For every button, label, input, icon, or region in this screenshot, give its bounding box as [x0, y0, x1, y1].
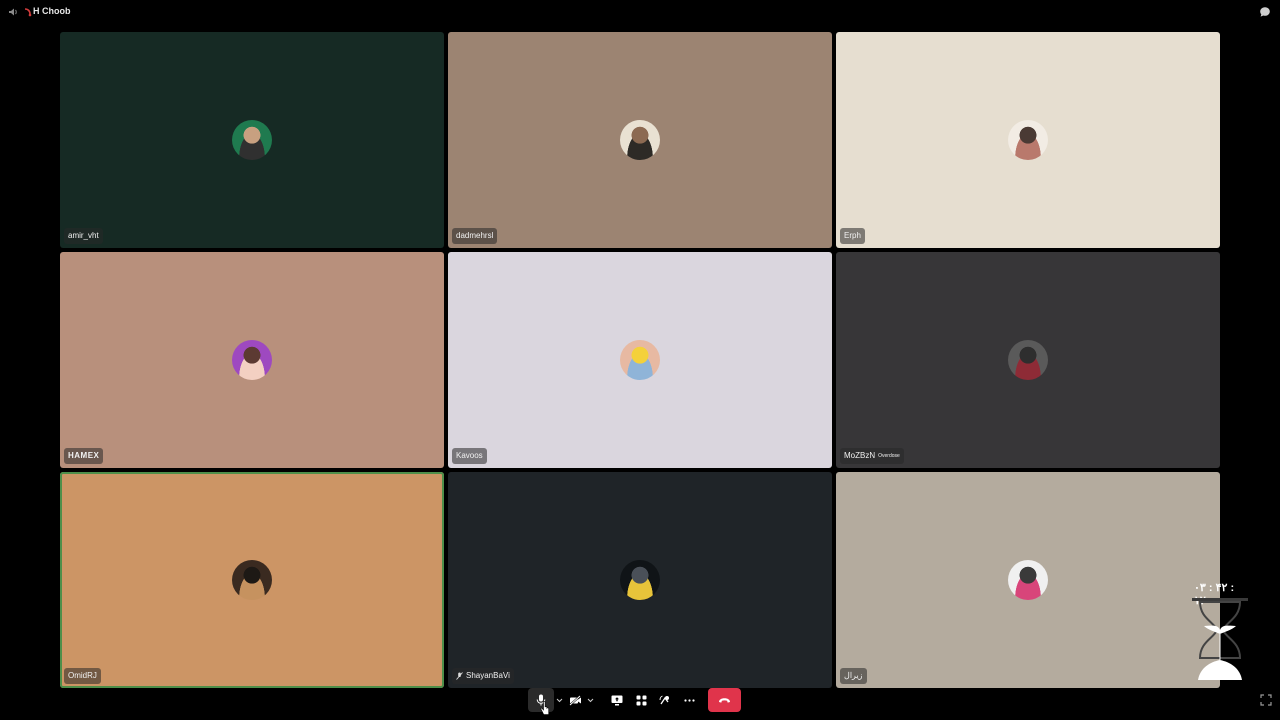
chevron-down-icon	[587, 698, 593, 702]
participant-name: Erph	[844, 231, 861, 240]
participant-name-suffix: Overdose	[878, 453, 900, 459]
participant-name: dadmehrsl	[456, 231, 494, 240]
participant-name: زیرال	[844, 671, 863, 680]
camera-off-icon	[568, 694, 581, 706]
participant-name-label: dadmehrsl	[452, 228, 498, 244]
fullscreen-icon[interactable]	[1260, 694, 1272, 706]
avatar	[232, 120, 272, 160]
elapsed-timer-overlay: ۰۳ : ۴۲ : ۱۲	[1192, 580, 1248, 680]
participant-tile[interactable]: Erph	[836, 32, 1220, 248]
avatar	[620, 340, 660, 380]
participant-name-label: Erph	[840, 228, 865, 244]
avatar	[232, 560, 272, 600]
activities-icon	[636, 695, 646, 705]
screen-share-icon	[611, 695, 623, 705]
more-button[interactable]	[680, 688, 698, 712]
leave-call-button[interactable]	[708, 688, 741, 712]
channel-name: H Choob	[33, 6, 71, 16]
soundboard-icon	[659, 695, 669, 704]
screen-share-button[interactable]	[608, 688, 626, 712]
avatar	[232, 340, 272, 380]
participant-name: Kavoos	[456, 451, 483, 460]
participant-name: amir_vht	[68, 231, 99, 240]
participant-tile[interactable]: dadmehrsl	[448, 32, 832, 248]
chevron-down-icon	[556, 698, 562, 702]
participant-name: MoZBzN	[844, 451, 876, 460]
deafen-icon[interactable]	[23, 7, 33, 17]
hang-up-icon	[719, 697, 730, 703]
participant-tile[interactable]: ShayanBaVi	[448, 472, 832, 688]
camera-button[interactable]	[566, 688, 584, 712]
participant-name-label: HAMEX	[64, 448, 104, 464]
participant-name-label: ShayanBaVi	[452, 668, 514, 684]
more-icon	[683, 698, 695, 702]
camera-options-button[interactable]	[585, 688, 595, 712]
avatar	[1008, 340, 1048, 380]
avatar	[620, 560, 660, 600]
participant-name-label: MoZBzN Overdose	[840, 448, 904, 464]
avatar	[1008, 120, 1048, 160]
chat-icon[interactable]	[1259, 6, 1271, 18]
participant-tile[interactable]: HAMEX	[60, 252, 444, 468]
speaker-icon[interactable]	[8, 7, 18, 17]
call-controls	[528, 688, 742, 712]
mic-options-button[interactable]	[554, 688, 564, 712]
activities-button[interactable]	[632, 688, 650, 712]
participant-tile[interactable]: Kavoos	[448, 252, 832, 468]
title-bar: H Choob	[0, 0, 1280, 24]
participant-tile[interactable]: OmidRJ	[60, 472, 444, 688]
avatar	[1008, 560, 1048, 600]
hourglass-icon	[1192, 598, 1248, 680]
participant-tile[interactable]: زیرال	[836, 472, 1220, 688]
participant-tile[interactable]: amir_vht	[60, 32, 444, 248]
participant-name-label: زیرال	[840, 668, 867, 684]
soundboard-button[interactable]	[656, 688, 674, 712]
participant-name-label: amir_vht	[64, 228, 103, 244]
mouse-cursor-icon	[540, 700, 549, 715]
participant-name-label: OmidRJ	[64, 668, 101, 684]
avatar	[620, 120, 660, 160]
participant-name: HAMEX	[68, 451, 100, 460]
participant-name-label: Kavoos	[452, 448, 487, 464]
participant-name: ShayanBaVi	[466, 671, 510, 680]
participant-grid: amir_vht dadmehrsl Erph HAMEX Kavoos MoZBzN Ov…	[60, 32, 1220, 688]
mic-muted-icon	[456, 672, 463, 680]
participant-name: OmidRJ	[68, 671, 97, 680]
participant-tile[interactable]: MoZBzN Overdose	[836, 252, 1220, 468]
